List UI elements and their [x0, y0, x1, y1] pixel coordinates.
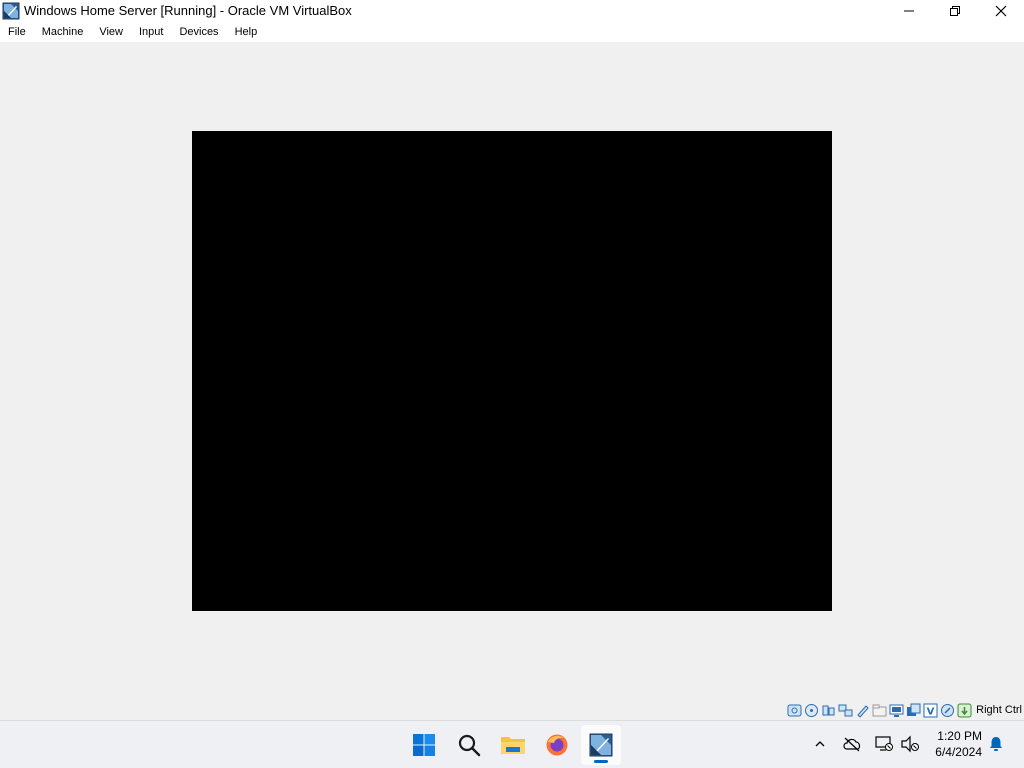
menu-machine[interactable]: Machine — [34, 22, 92, 42]
close-button[interactable] — [978, 0, 1024, 22]
menu-bar: File Machine View Input Devices Help — [0, 22, 1024, 42]
clock-time: 1:20 PM — [937, 729, 982, 743]
restore-icon — [950, 6, 960, 16]
usb-icon[interactable] — [855, 703, 870, 718]
network-disconnected-icon — [875, 736, 893, 751]
maximize-button[interactable] — [932, 0, 978, 22]
firefox-button[interactable] — [537, 725, 577, 765]
menu-help[interactable]: Help — [227, 22, 266, 42]
shared-folders-icon[interactable] — [872, 703, 887, 718]
virtualbox-taskbar-button[interactable] — [581, 725, 621, 765]
active-indicator — [594, 760, 608, 763]
chevron-up-icon — [815, 741, 825, 747]
network-icon[interactable] — [838, 703, 853, 718]
close-icon — [995, 5, 1007, 17]
keyboard-icon[interactable] — [957, 703, 972, 718]
svg-text:V: V — [927, 706, 935, 717]
speaker-muted-icon — [901, 735, 919, 753]
network-status-button[interactable] — [872, 733, 896, 755]
virtualbox-icon[interactable] — [2, 2, 20, 20]
start-icon — [413, 734, 435, 756]
virtualbox-icon — [589, 733, 613, 757]
minimize-icon — [904, 10, 914, 12]
volume-button[interactable] — [898, 733, 922, 755]
cloud-offline-icon — [843, 737, 861, 752]
file-explorer-icon — [501, 737, 525, 754]
search-icon — [458, 734, 481, 757]
taskbar: 1:20 PM 6/4/2024 — [0, 720, 1024, 768]
start-button[interactable] — [404, 725, 444, 765]
title-bar[interactable]: Windows Home Server [Running] - Oracle V… — [0, 0, 1024, 22]
clock-date: 6/4/2024 — [935, 745, 982, 759]
minimize-button[interactable] — [886, 0, 932, 22]
clock[interactable]: 1:20 PM 6/4/2024 — [935, 728, 982, 760]
menu-devices[interactable]: Devices — [171, 22, 226, 42]
video-capture-icon[interactable] — [906, 703, 921, 718]
hard-disk-icon[interactable] — [787, 703, 802, 718]
notification-button[interactable] — [986, 733, 1006, 755]
status-bar: V Right Ctrl — [0, 700, 1024, 720]
file-explorer-button[interactable] — [493, 725, 533, 765]
display-icon[interactable] — [889, 703, 904, 718]
vm-display[interactable] — [192, 131, 832, 611]
virtualization-icon[interactable]: V — [923, 703, 938, 718]
menu-view[interactable]: View — [91, 22, 131, 42]
firefox-icon — [546, 734, 568, 756]
window-title: Windows Home Server [Running] - Oracle V… — [24, 3, 352, 18]
audio-icon[interactable] — [821, 703, 836, 718]
mouse-integration-icon[interactable] — [940, 703, 955, 718]
search-button[interactable] — [449, 725, 489, 765]
onedrive-button[interactable] — [840, 733, 864, 755]
bell-icon — [990, 737, 1002, 751]
menu-file[interactable]: File — [0, 22, 34, 42]
virtualbox-window: Windows Home Server [Running] - Oracle V… — [0, 0, 1024, 720]
menu-input[interactable]: Input — [131, 22, 171, 42]
optical-drive-icon[interactable] — [804, 703, 819, 718]
host-key-label[interactable]: Right Ctrl — [976, 704, 1022, 716]
show-hidden-icons-button[interactable] — [810, 733, 830, 755]
